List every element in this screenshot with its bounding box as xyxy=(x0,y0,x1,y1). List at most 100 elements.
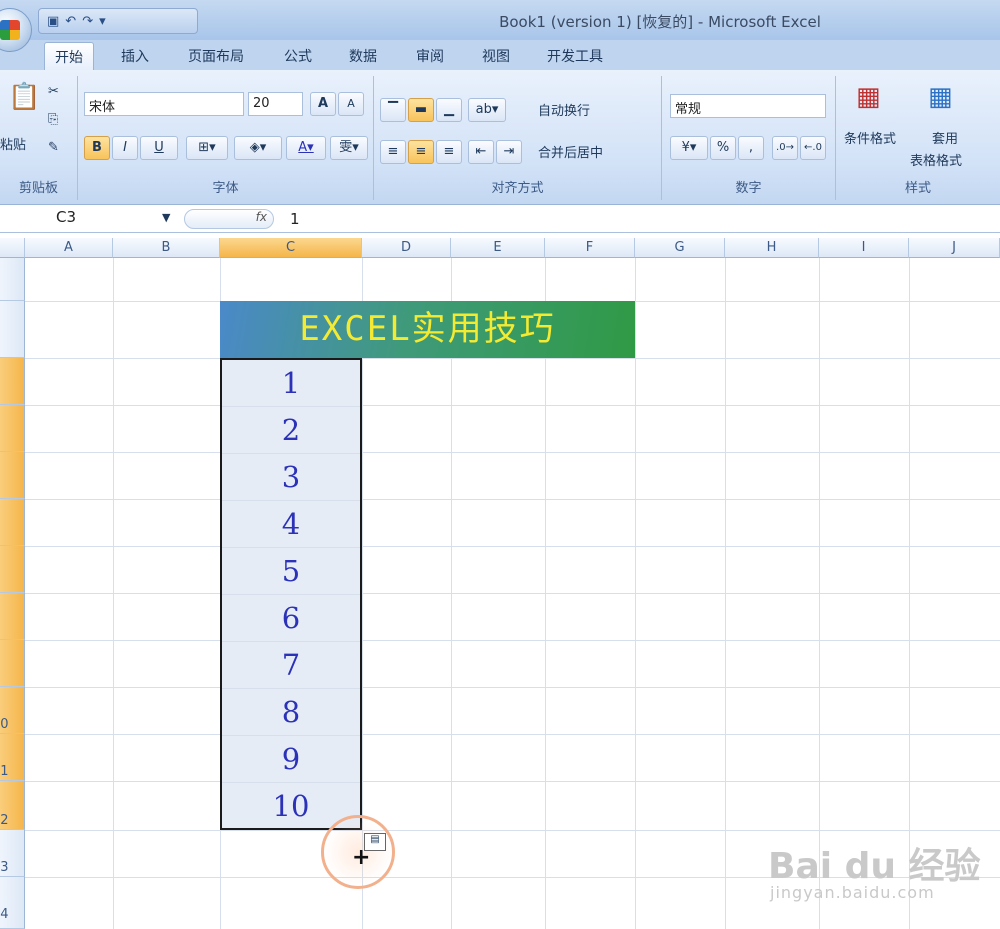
italic-button[interactable]: I xyxy=(112,136,138,160)
orientation-icon[interactable]: ab▾ xyxy=(468,98,506,122)
cell-value[interactable]: 6 xyxy=(222,595,360,642)
col-header-e[interactable]: E xyxy=(451,238,545,258)
tab-formulas[interactable]: 公式 xyxy=(284,46,312,66)
cell-value[interactable]: 3 xyxy=(222,454,360,501)
paste-icon[interactable]: 📋 xyxy=(8,82,40,112)
cell-value[interactable]: 5 xyxy=(222,548,360,595)
borders-icon[interactable]: ⊞▾ xyxy=(186,136,228,160)
row-header-12[interactable]: 12 xyxy=(0,781,25,830)
align-left-icon[interactable]: ≡ xyxy=(380,140,406,164)
save-icon[interactable]: ▣ xyxy=(47,14,59,29)
decrease-decimal-icon[interactable]: ←.0 xyxy=(800,136,826,160)
increase-decimal-icon[interactable]: .0→ xyxy=(772,136,798,160)
percent-button[interactable]: % xyxy=(710,136,736,160)
customize-qat-icon[interactable]: ▾ xyxy=(99,14,106,29)
grid-line xyxy=(25,734,1000,735)
row-header-14[interactable]: 14 xyxy=(0,877,25,929)
row-header-6[interactable]: 6 xyxy=(0,499,25,546)
font-size-select[interactable]: 20 xyxy=(248,92,303,116)
tab-page-layout[interactable]: 页面布局 xyxy=(188,46,244,66)
align-bottom-icon[interactable]: ▁ xyxy=(436,98,462,122)
cell-value[interactable]: 2 xyxy=(222,407,360,454)
cell-value[interactable]: 7 xyxy=(222,642,360,689)
fill-color-icon[interactable]: ◈▾ xyxy=(234,136,282,160)
row-header-9[interactable]: 9 xyxy=(0,640,25,687)
cell-value[interactable]: 8 xyxy=(222,689,360,736)
cell-value[interactable]: 9 xyxy=(222,736,360,783)
row-header-11[interactable]: 11 xyxy=(0,734,25,781)
format-painter-icon[interactable]: ✎ xyxy=(48,140,59,155)
clipboard-group-label: 剪贴板 xyxy=(18,181,58,196)
row-header-10[interactable]: 10 xyxy=(0,687,25,734)
currency-icon[interactable]: ¥▾ xyxy=(670,136,708,160)
font-color-icon[interactable]: A▾ xyxy=(286,136,326,160)
tab-data[interactable]: 数据 xyxy=(349,46,377,66)
grow-font-button[interactable]: A xyxy=(310,92,336,116)
underline-button[interactable]: U xyxy=(140,136,178,160)
shrink-font-button[interactable]: A xyxy=(338,92,364,116)
grid-line xyxy=(25,546,1000,547)
formula-input[interactable]: 1 xyxy=(290,210,300,228)
title-cell-banner[interactable]: EXCEL实用技巧 xyxy=(220,301,635,358)
auto-fill-options-icon[interactable]: ▤ xyxy=(364,833,386,851)
name-box-dropdown-icon[interactable]: ▼ xyxy=(162,211,170,224)
format-table-button-line2[interactable]: 表格格式 xyxy=(910,150,962,169)
wrap-text-button[interactable]: 自动换行 xyxy=(538,100,590,119)
grid-line xyxy=(25,830,1000,831)
grid-line xyxy=(25,593,1000,594)
grid-line xyxy=(25,499,1000,500)
col-header-a[interactable]: A xyxy=(25,238,113,258)
tab-view[interactable]: 视图 xyxy=(482,46,510,66)
col-header-c[interactable]: C xyxy=(220,238,362,258)
name-box[interactable]: C3 xyxy=(0,208,180,230)
row-header-4[interactable]: 4 xyxy=(0,405,25,452)
redo-icon[interactable]: ↷ xyxy=(82,14,93,29)
decrease-indent-icon[interactable]: ⇤ xyxy=(468,140,494,164)
col-header-g[interactable]: G xyxy=(635,238,725,258)
col-header-h[interactable]: H xyxy=(725,238,819,258)
align-middle-icon[interactable]: ▬ xyxy=(408,98,434,122)
cell-value[interactable]: 4 xyxy=(222,501,360,548)
formula-bar: C3 ▼ fx 1 xyxy=(0,205,1000,233)
align-right-icon[interactable]: ≡ xyxy=(436,140,462,164)
comma-button[interactable]: , xyxy=(738,136,764,160)
conditional-format-icon[interactable]: ▦ xyxy=(856,82,881,112)
tab-home[interactable]: 开始 xyxy=(44,42,94,72)
increase-indent-icon[interactable]: ⇥ xyxy=(496,140,522,164)
phonetic-icon[interactable]: 雯▾ xyxy=(330,136,368,160)
insert-function-button[interactable]: fx xyxy=(184,209,274,229)
align-top-icon[interactable]: ▔ xyxy=(380,98,406,122)
cell-value[interactable]: 1 xyxy=(222,360,360,407)
select-all-corner[interactable] xyxy=(0,238,25,258)
col-header-f[interactable]: F xyxy=(545,238,635,258)
align-center-icon[interactable]: ≡ xyxy=(408,140,434,164)
conditional-format-button[interactable]: 条件格式 xyxy=(844,128,896,147)
col-header-i[interactable]: I xyxy=(819,238,909,258)
cut-icon[interactable]: ✂ xyxy=(48,84,59,99)
col-header-j[interactable]: J xyxy=(909,238,1000,258)
font-name-select[interactable]: 宋体 xyxy=(84,92,244,116)
tab-insert[interactable]: 插入 xyxy=(121,46,149,66)
number-group-label: 数字 xyxy=(735,181,762,196)
row-header-1[interactable]: 1 xyxy=(0,258,25,301)
row-header-13[interactable]: 13 xyxy=(0,830,25,877)
number-format-select[interactable]: 常规 xyxy=(670,94,826,118)
merge-center-button[interactable]: 合并后居中 xyxy=(538,142,603,161)
bold-button[interactable]: B xyxy=(84,136,110,160)
row-header-7[interactable]: 7 xyxy=(0,546,25,593)
col-header-b[interactable]: B xyxy=(113,238,220,258)
grid-line xyxy=(25,781,1000,782)
row-header-5[interactable]: 5 xyxy=(0,452,25,499)
copy-icon[interactable]: ⎘ xyxy=(48,112,58,127)
undo-icon[interactable]: ↶ xyxy=(65,14,76,29)
row-header-2[interactable]: 2 xyxy=(0,301,25,358)
tab-review[interactable]: 审阅 xyxy=(416,46,444,66)
row-header-8[interactable]: 8 xyxy=(0,593,25,640)
row-header-3[interactable]: 3 xyxy=(0,358,25,405)
col-header-d[interactable]: D xyxy=(362,238,451,258)
format-table-button-line1[interactable]: 套用 xyxy=(932,128,958,147)
paste-button[interactable]: 粘贴 xyxy=(0,134,26,153)
worksheet-grid[interactable]: A B C D E F G H I J 1 2 3 4 5 6 7 8 9 10… xyxy=(0,233,1000,929)
tab-developer[interactable]: 开发工具 xyxy=(547,46,603,66)
format-table-icon[interactable]: ▦ xyxy=(928,82,953,112)
